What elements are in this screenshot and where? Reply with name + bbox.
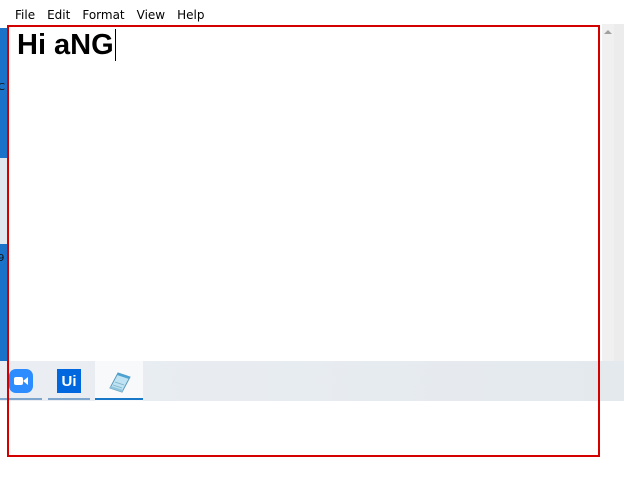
vertical-scrollbar[interactable]: [602, 24, 614, 361]
taskbar: Ui: [0, 361, 624, 401]
desktop-background: C 9: [0, 24, 8, 361]
blank-area: [0, 401, 624, 481]
desktop-icon-label: 9: [0, 253, 5, 264]
text-editor[interactable]: Hi aNG: [8, 28, 602, 361]
ui-icon: Ui: [57, 369, 81, 393]
window-border: [614, 24, 624, 361]
menu-bar: File Edit Format View Help: [0, 0, 624, 28]
menu-help[interactable]: Help: [171, 4, 210, 26]
running-indicator: [48, 398, 90, 400]
editor-content[interactable]: Hi aNG: [17, 28, 116, 62]
editor-text: Hi aNG: [17, 29, 114, 61]
screen: C 9 File Edit Format View Help Hi aNG Ui: [0, 0, 624, 481]
desktop-icon-label: C: [0, 82, 5, 93]
notepad-icon: [109, 372, 131, 393]
active-indicator: [95, 398, 143, 400]
text-caret: [114, 29, 116, 61]
taskbar-app-notepad[interactable]: [95, 361, 143, 401]
menu-file[interactable]: File: [9, 4, 41, 26]
desktop-icon-tile: [0, 158, 8, 244]
scroll-up-arrow-icon[interactable]: [604, 30, 612, 34]
menu-edit[interactable]: Edit: [41, 4, 76, 26]
menu-view[interactable]: View: [131, 4, 171, 26]
taskbar-app-zoom[interactable]: [0, 361, 42, 401]
video-camera-icon: [9, 369, 33, 393]
taskbar-app-uipath[interactable]: Ui: [48, 361, 90, 401]
menu-format[interactable]: Format: [76, 4, 130, 26]
running-indicator: [0, 398, 42, 400]
